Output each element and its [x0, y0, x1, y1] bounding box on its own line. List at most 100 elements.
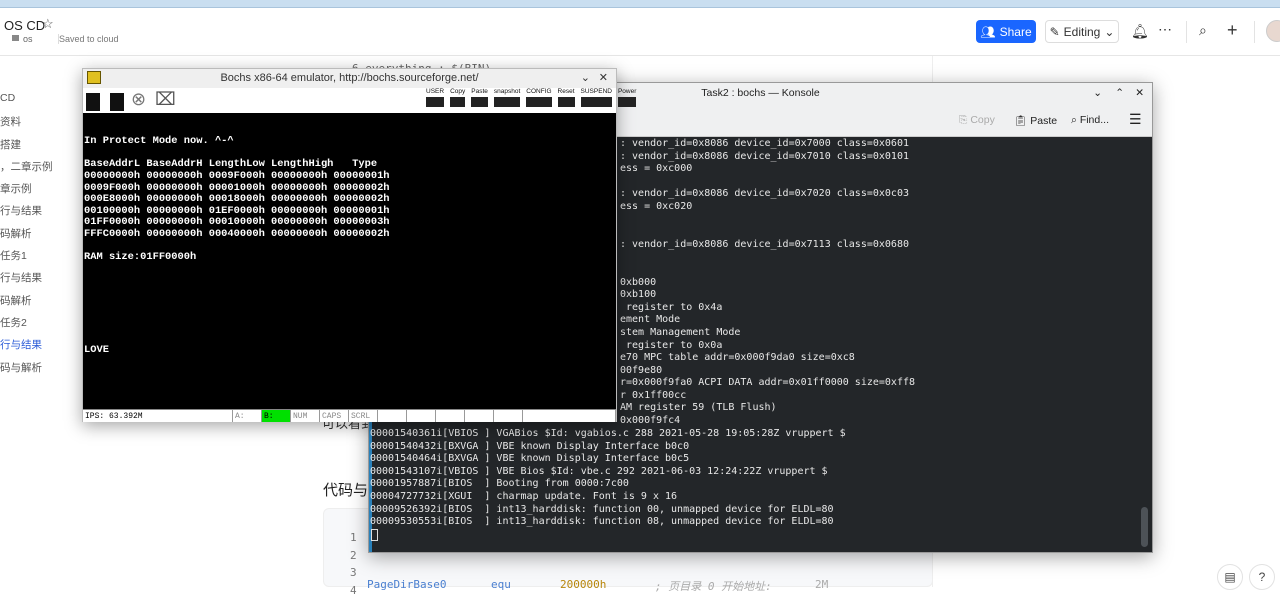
chat-icon: ▤	[1224, 570, 1236, 584]
sidebar-item[interactable]: 码与解析	[0, 360, 80, 382]
terminal-line: 00009526392i[BIOS ] int13_harddisk: func…	[370, 503, 834, 515]
doc-title[interactable]: OS CD	[4, 18, 45, 33]
sidebar-item[interactable]: 码解析	[0, 293, 80, 315]
maximize-icon[interactable]: ⌃	[1115, 83, 1124, 103]
toolbar-button-suspend[interactable]: SUSPEND	[580, 88, 612, 107]
cdrom-icon[interactable]: ⊗	[131, 89, 146, 110]
hamburger-menu-icon[interactable]: ☰	[1129, 111, 1142, 128]
sidebar-item[interactable]: 码解析	[0, 226, 80, 248]
sidebar-item[interactable]: 行与结果	[0, 337, 80, 359]
divider	[1254, 21, 1255, 43]
sidebar-item[interactable]: CD	[0, 92, 80, 114]
screen-line	[84, 264, 616, 276]
sidebar-item[interactable]: 任务1	[0, 248, 80, 270]
terminal-line: 00001543107i[VBIOS ] VBE Bios $Id: vbe.c…	[370, 465, 828, 477]
sidebar-item[interactable]: ，二章示例	[0, 159, 80, 181]
terminal-lines: 00001540361i[VBIOS ] VGABios $Id: vgabio…	[370, 428, 846, 529]
browser-strip	[0, 0, 1280, 8]
feedback-button[interactable]: ▤	[1217, 564, 1243, 590]
pencil-icon: ✎	[1049, 24, 1060, 39]
terminal-line: stem Management Mode	[620, 326, 741, 338]
code-comment: ; 页目录 0 开始地址:	[655, 580, 772, 593]
toolbar-button-reset[interactable]: Reset	[557, 88, 575, 107]
screen-line: RAM size:01FF0000h	[84, 251, 197, 264]
floppy-b-icon[interactable]	[110, 93, 124, 111]
terminal-line: register to 0x0a	[620, 339, 723, 351]
terminal-line: : vendor_id=0x8086 device_id=0x7113 clas…	[620, 238, 909, 250]
status-a: A:	[233, 410, 262, 422]
breadcrumb-folder[interactable]: os	[23, 34, 33, 44]
toolbar-button-power[interactable]: Power	[617, 88, 637, 107]
sidebar-item[interactable]: 任务2	[0, 315, 80, 337]
terminal-line: 00009530553i[BIOS ] int13_harddisk: func…	[370, 516, 834, 528]
screen-line	[84, 333, 616, 345]
bochs-logo-icon	[87, 71, 101, 84]
status-num: NUM	[291, 410, 320, 422]
plus-icon[interactable]: +	[1227, 20, 1238, 41]
more-icon[interactable]: ⋯	[1158, 21, 1172, 38]
sidebar-item[interactable]: 行与结果	[0, 203, 80, 225]
sidebar-item[interactable]: 资料	[0, 114, 80, 136]
paste-button[interactable]: 📋︎ Paste	[1014, 114, 1057, 127]
sidebar-item[interactable]: 搭建	[0, 137, 80, 159]
terminal-line: ess = 0xc020	[620, 200, 693, 212]
cursor	[371, 529, 378, 541]
bell-icon[interactable]: 🔔︎	[1131, 23, 1149, 40]
code-op: equ	[491, 578, 511, 591]
terminal-line: 00001957887i[BIOS ] Booting from 0000:7c…	[370, 478, 629, 490]
terminal-line: 00001540361i[VBIOS ] VGABios $Id: vgabio…	[370, 428, 846, 439]
toolbar-button-copy[interactable]: Copy	[450, 88, 466, 107]
code-label: PageDirBase0	[367, 578, 447, 591]
bochs-display[interactable]: In Protect Mode now. ^-^ BaseAddrL BaseAd…	[83, 113, 616, 409]
copy-button[interactable]: ⎘ Copy	[959, 114, 995, 127]
window-title: Task2 : bochs — Konsole	[701, 87, 820, 99]
status-scrl: SCRL	[349, 410, 378, 422]
close-icon[interactable]: ✕	[1135, 83, 1144, 103]
window-title: Bochs x86-64 emulator, http://bochs.sour…	[220, 72, 479, 84]
terminal-line: 00001540464i[BXVGA ] VBE known Display I…	[370, 453, 690, 465]
terminal-line: AM register 59 (TLB Flush)	[620, 402, 777, 414]
star-icon[interactable]: ☆	[42, 16, 54, 32]
screen-line	[84, 275, 616, 287]
screen-line	[84, 113, 616, 125]
sidebar-item[interactable]: 行与结果	[0, 270, 80, 292]
divider	[1186, 21, 1187, 43]
help-button[interactable]: ?	[1249, 564, 1275, 590]
screen-line: 000E8000h 00000000h 00018000h 00000000h …	[84, 193, 390, 206]
status-b: B:	[262, 410, 291, 422]
minimize-icon[interactable]: ⌄	[1093, 83, 1102, 103]
find-button[interactable]: ⌕ Find...	[1071, 114, 1109, 127]
mouse-icon[interactable]: ⌧	[155, 89, 176, 110]
toolbar-button-snapshot[interactable]: snapshot	[493, 88, 521, 107]
minimize-icon[interactable]: ⌄	[581, 69, 590, 88]
bochs-toolbar-right: USER Copy Paste snapshot CONFIG Reset SUSPEND P…	[426, 88, 637, 107]
screen-line: 00000000h 00000000h 0009F000h 00000000h …	[84, 169, 390, 182]
terminal-line: 00004727732i[XGUI ] charmap update. Font…	[370, 490, 678, 502]
editing-mode-dropdown[interactable]: ✎ Editing ⌄	[1045, 20, 1119, 43]
terminal-line: 00001540432i[BXVGA ] VBE known Display I…	[370, 440, 690, 452]
status-caps: CAPS	[320, 410, 349, 422]
ips-readout: IPS: 63.392M	[83, 410, 233, 422]
code-size: 2M	[815, 578, 829, 591]
terminal-line: ement Mode	[620, 314, 681, 326]
share-button[interactable]: 👥︎ Share	[976, 20, 1036, 43]
terminal-line: : vendor_id=0x8086 device_id=0x7010 clas…	[620, 150, 909, 162]
terminal-line: register to 0x4a	[620, 301, 723, 313]
bochs-titlebar[interactable]: Bochs x86-64 emulator, http://bochs.sour…	[83, 69, 616, 88]
sidebar-item[interactable]: 章示例	[0, 181, 80, 203]
scrollbar[interactable]	[1141, 507, 1148, 547]
screen-line	[84, 299, 616, 311]
screen-line: FFFC0000h 00000000h 00040000h 00000000h …	[84, 227, 390, 240]
search-icon[interactable]: ⌕	[1199, 22, 1207, 39]
floppy-a-icon[interactable]	[86, 93, 100, 111]
toolbar-button-paste[interactable]: Paste	[471, 88, 488, 107]
toolbar-button-user[interactable]: USER	[426, 88, 445, 107]
section-heading: 代码与	[323, 482, 369, 499]
close-icon[interactable]: ✕	[599, 69, 608, 88]
bochs-window: Bochs x86-64 emulator, http://bochs.sour…	[82, 68, 637, 422]
toolbar-button-config[interactable]: CONFIG	[526, 88, 552, 107]
